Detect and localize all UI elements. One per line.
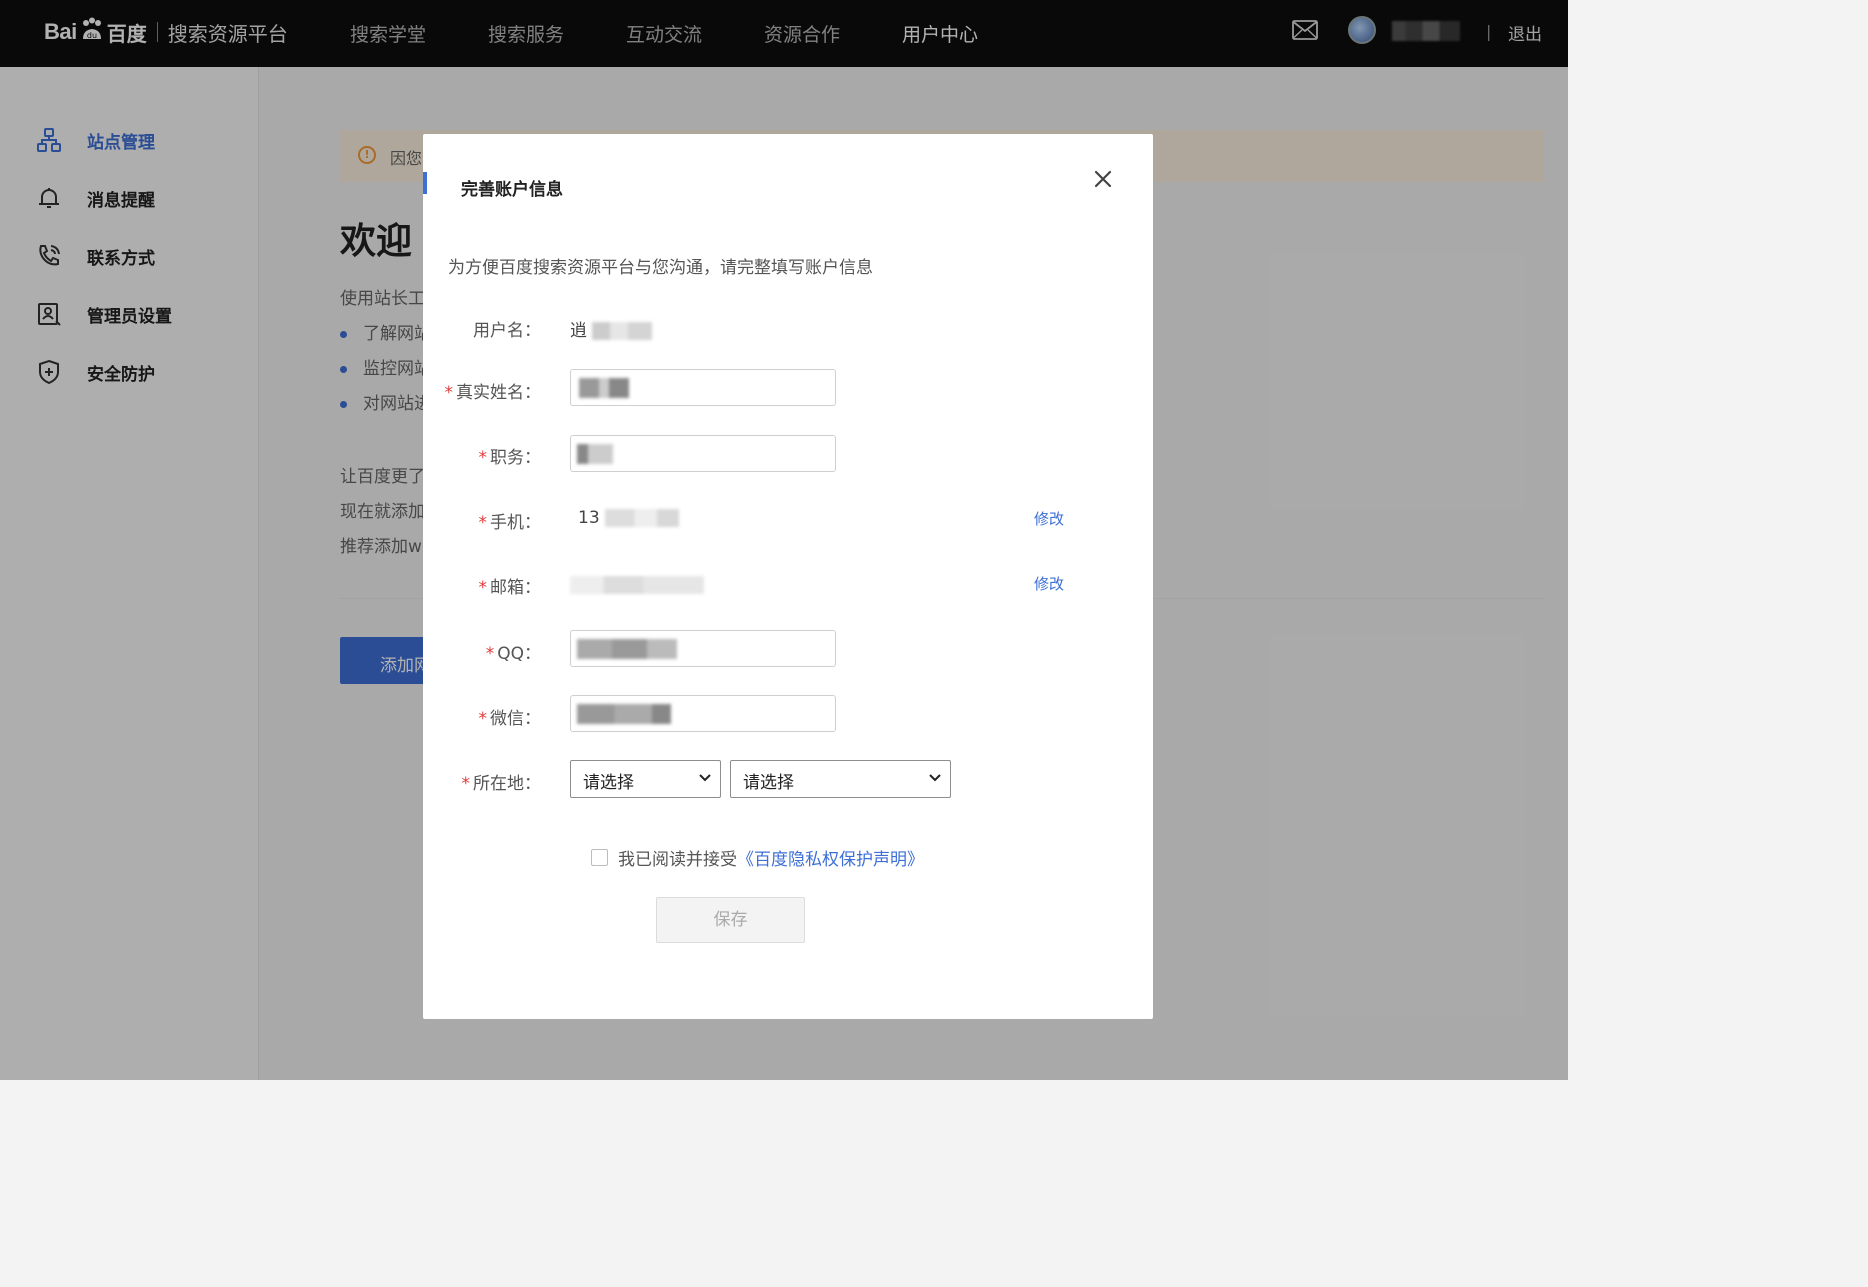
redacted-value bbox=[579, 378, 629, 398]
position-label: * 职务： bbox=[479, 443, 542, 468]
modal-title: 完善账户信息 bbox=[461, 180, 563, 200]
phone-label-text: 手机： bbox=[490, 513, 541, 533]
email-label: * 邮箱： bbox=[479, 573, 542, 598]
city-select-value: 请选择 bbox=[743, 773, 794, 793]
required-mark: * bbox=[478, 709, 488, 729]
real-name-label: * 真实姓名： bbox=[445, 378, 542, 403]
chevron-down-icon bbox=[699, 774, 711, 782]
qq-input[interactable] bbox=[570, 630, 836, 667]
qq-label-text: QQ： bbox=[497, 644, 541, 664]
close-icon[interactable] bbox=[1091, 167, 1115, 191]
username-label: 用户名： bbox=[473, 321, 541, 341]
real-name-input[interactable] bbox=[570, 369, 836, 406]
title-accent-bar bbox=[423, 172, 427, 194]
username-prefix: 逍 bbox=[570, 321, 587, 341]
username-redacted-blur bbox=[592, 322, 653, 340]
real-name-label-text: 真实姓名： bbox=[456, 383, 541, 403]
required-mark: * bbox=[478, 578, 488, 598]
edit-email-link[interactable]: 修改 bbox=[1034, 573, 1064, 594]
email-redacted-value bbox=[570, 576, 704, 594]
phone-label: * 手机： bbox=[479, 508, 542, 533]
agree-text: 我已阅读并接受《百度隐私权保护声明》 bbox=[618, 845, 924, 870]
username-value: 逍 bbox=[570, 316, 653, 341]
email-label-text: 邮箱： bbox=[490, 578, 541, 598]
required-mark: * bbox=[444, 383, 454, 403]
location-label: * 所在地： bbox=[462, 769, 542, 794]
location-label-text: 所在地： bbox=[473, 774, 541, 794]
redacted-value bbox=[577, 704, 671, 724]
wechat-input[interactable] bbox=[570, 695, 836, 732]
agree-checkbox[interactable] bbox=[591, 849, 608, 866]
required-mark: * bbox=[478, 448, 488, 468]
privacy-policy-link[interactable]: 《百度隐私权保护声明》 bbox=[737, 850, 924, 870]
phone-redacted-blur bbox=[605, 509, 680, 527]
redacted-value bbox=[577, 639, 677, 659]
wechat-label-text: 微信： bbox=[490, 709, 541, 729]
city-select[interactable]: 请选择 bbox=[730, 760, 951, 798]
account-info-modal: 完善账户信息 为方便百度搜索资源平台与您沟通，请完整填写账户信息 用户名： 逍 … bbox=[423, 134, 1153, 1019]
chevron-down-icon bbox=[929, 774, 941, 782]
position-label-text: 职务： bbox=[490, 448, 541, 468]
province-select[interactable]: 请选择 bbox=[570, 760, 721, 798]
phone-value: 13 bbox=[578, 508, 680, 528]
required-mark: * bbox=[478, 513, 488, 533]
phone-prefix: 13 bbox=[578, 508, 600, 528]
wechat-label: * 微信： bbox=[479, 704, 542, 729]
save-button[interactable]: 保存 bbox=[656, 897, 805, 943]
modal-description: 为方便百度搜索资源平台与您沟通，请完整填写账户信息 bbox=[448, 258, 873, 278]
edit-phone-link[interactable]: 修改 bbox=[1034, 508, 1064, 529]
province-select-value: 请选择 bbox=[583, 773, 634, 793]
required-mark: * bbox=[485, 644, 495, 664]
agree-prefix: 我已阅读并接受 bbox=[618, 850, 737, 870]
position-input[interactable] bbox=[570, 435, 836, 472]
required-mark: * bbox=[461, 774, 471, 794]
qq-label: * QQ： bbox=[486, 639, 541, 664]
redacted-value bbox=[577, 444, 613, 464]
